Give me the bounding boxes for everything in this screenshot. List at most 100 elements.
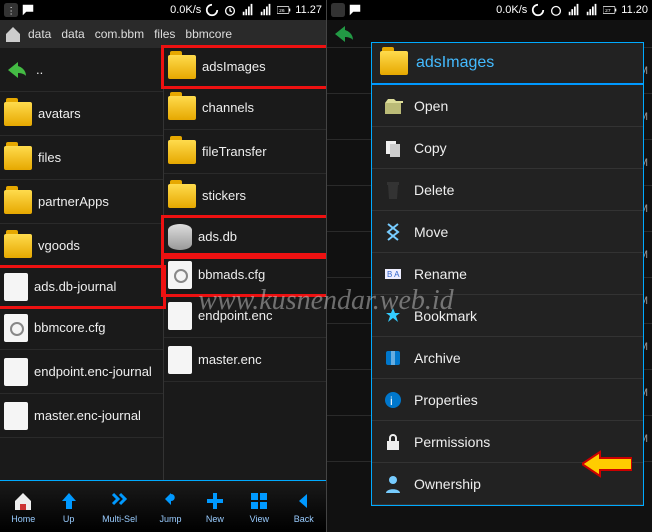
home-icon <box>12 490 34 512</box>
status-bar: ⋮⋮ 0.0K/s 26 11.27 <box>0 0 326 20</box>
folder-icon <box>168 96 196 120</box>
tool-jump[interactable]: Jump <box>160 490 182 524</box>
alarm-icon <box>549 3 563 17</box>
view-icon <box>248 490 270 512</box>
list-item[interactable]: endpoint.enc-journal <box>0 350 163 394</box>
menu-label: Rename <box>414 266 467 282</box>
list-item[interactable]: adsImages <box>161 45 326 89</box>
bottom-toolbar: Home Up Multi-Sel Jump New View Back <box>0 480 326 532</box>
breadcrumb[interactable]: data data com.bbm files bbmcore <box>0 20 326 48</box>
list-item[interactable]: endpoint.enc <box>164 294 326 338</box>
svg-text:i: i <box>390 394 393 408</box>
clock: 11.27 <box>295 4 322 16</box>
tool-label: Jump <box>160 514 182 524</box>
list-item-label: fileTransfer <box>202 145 267 159</box>
tool-label: Up <box>63 514 75 524</box>
svg-text:B A: B A <box>387 270 400 279</box>
tool-new[interactable]: New <box>204 490 226 524</box>
file-icon <box>168 302 192 330</box>
menu-bookmark[interactable]: Bookmark <box>372 295 643 337</box>
list-item[interactable]: fileTransfer <box>164 130 326 174</box>
cfg-icon <box>4 314 28 342</box>
list-item[interactable]: partnerApps <box>0 180 163 224</box>
menu-archive[interactable]: Archive <box>372 337 643 379</box>
tool-multisel[interactable]: Multi-Sel <box>102 490 137 524</box>
list-item-label: master.enc <box>198 353 262 367</box>
crumb[interactable]: com.bbm <box>91 27 148 41</box>
alarm-icon <box>223 3 237 17</box>
menu-copy[interactable]: Copy <box>372 127 643 169</box>
list-item-label: bbmcore.cfg <box>34 321 106 335</box>
tool-view[interactable]: View <box>248 490 270 524</box>
new-icon <box>204 490 226 512</box>
net-speed: 0.0K/s <box>496 4 527 16</box>
list-item-label: ads.db-journal <box>34 280 116 294</box>
tool-back[interactable]: Back <box>293 490 315 524</box>
tool-label: New <box>206 514 224 524</box>
list-item-label: adsImages <box>202 60 266 74</box>
crumb[interactable]: bbmcore <box>181 27 236 41</box>
tool-label: Back <box>294 514 314 524</box>
bookmark-icon <box>382 305 404 327</box>
context-title-row: adsImages <box>372 43 643 85</box>
menu-label: Properties <box>414 392 478 408</box>
sync-icon <box>205 3 219 17</box>
list-item[interactable]: stickers <box>164 174 326 218</box>
open-icon <box>382 95 404 117</box>
list-item-label: endpoint.enc-journal <box>34 365 152 379</box>
cfg-icon <box>168 261 192 289</box>
list-item[interactable]: bbmads.cfg <box>161 253 326 297</box>
pointer-arrow-icon <box>582 449 632 479</box>
context-title: adsImages <box>416 54 494 72</box>
menu-label: Open <box>414 98 448 114</box>
permissions-icon <box>382 431 404 453</box>
folder-icon <box>4 146 32 170</box>
tool-up[interactable]: Up <box>58 490 80 524</box>
menu-open[interactable]: Open <box>372 85 643 127</box>
list-item-label: channels <box>202 101 254 115</box>
list-item[interactable]: master.enc-journal <box>0 394 163 438</box>
crumb[interactable]: files <box>150 27 179 41</box>
file-icon <box>4 358 28 386</box>
sync-icon <box>531 3 545 17</box>
tool-label: View <box>250 514 269 524</box>
svg-text:⋮⋮: ⋮⋮ <box>7 6 18 16</box>
menu-label: Permissions <box>414 434 490 450</box>
home-icon[interactable] <box>4 25 22 43</box>
back-row[interactable]: .. <box>0 48 163 92</box>
menu-label: Bookmark <box>414 308 477 324</box>
folder-icon <box>168 140 196 164</box>
back-arrow-icon <box>4 60 30 80</box>
list-item[interactable]: ads.db-journal <box>0 265 166 309</box>
menu-rename[interactable]: B A Rename <box>372 253 643 295</box>
menu-delete[interactable]: Delete <box>372 169 643 211</box>
back-label: .. <box>36 63 43 77</box>
list-item[interactable]: files <box>0 136 163 180</box>
file-icon <box>4 273 28 301</box>
tool-home[interactable]: Home <box>11 490 35 524</box>
list-item[interactable]: master.enc <box>164 338 326 382</box>
list-item-label: stickers <box>202 189 246 203</box>
svg-text:26: 26 <box>279 8 285 14</box>
rename-icon: B A <box>382 263 404 285</box>
menu-label: Move <box>414 224 448 240</box>
battery-icon: 27 <box>603 3 617 17</box>
list-item[interactable]: bbmcore.cfg <box>0 306 163 350</box>
list-item[interactable]: avatars <box>0 92 163 136</box>
menu-properties[interactable]: i Properties <box>372 379 643 421</box>
chat-icon <box>348 3 362 17</box>
signal2-icon <box>585 3 599 17</box>
crumb[interactable]: data <box>24 27 55 41</box>
list-item-label: vgoods <box>38 239 80 253</box>
list-item-label: master.enc-journal <box>34 409 141 423</box>
file-grid: .. avatars filespartnerApps vgoods ads.db-j… <box>0 48 326 480</box>
list-item[interactable]: vgoods <box>0 224 163 268</box>
net-speed: 0.0K/s <box>170 4 201 16</box>
crumb[interactable]: data <box>57 27 88 41</box>
menu-move[interactable]: Move <box>372 211 643 253</box>
menu-label: Ownership <box>414 476 481 492</box>
menu-label: Archive <box>414 350 461 366</box>
list-item-label: avatars <box>38 107 81 121</box>
list-item[interactable]: channels <box>164 86 326 130</box>
folder-icon <box>4 190 32 214</box>
